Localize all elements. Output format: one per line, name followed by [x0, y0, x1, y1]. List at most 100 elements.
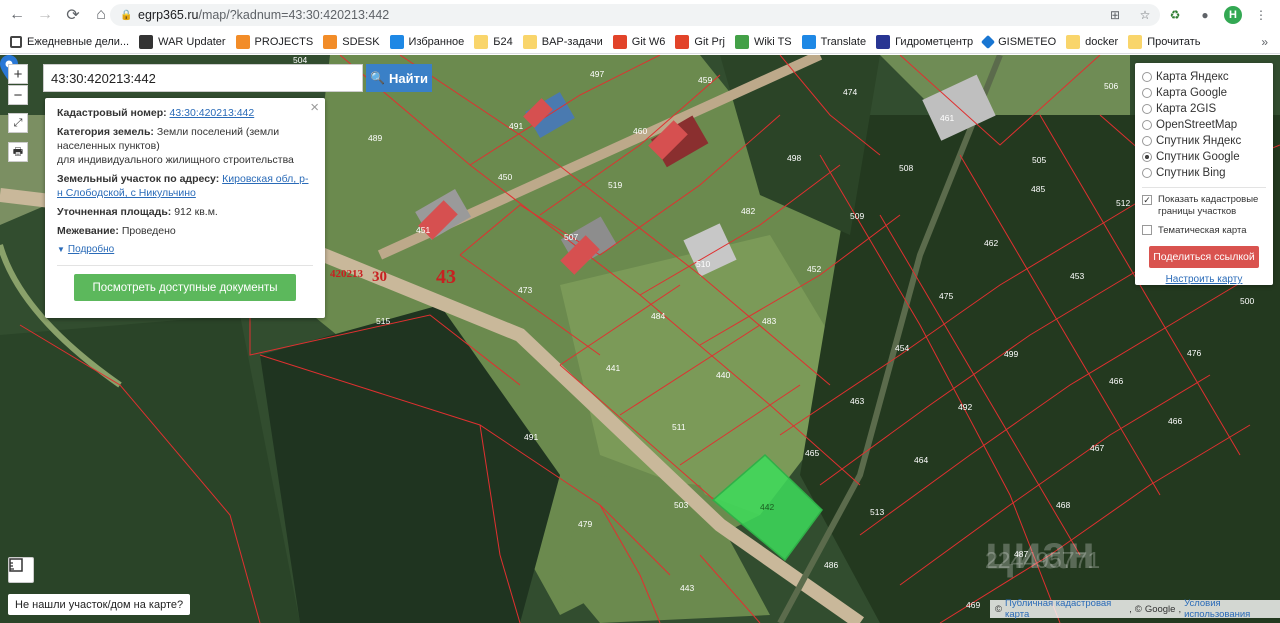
bookmark-item[interactable]: WAR Updater [139, 34, 226, 49]
bookmark-star-icon[interactable]: ☆ [1134, 4, 1156, 26]
area-label: Уточненная площадь: [57, 206, 172, 218]
extension-refresh-icon[interactable]: ♻ [1164, 4, 1186, 26]
parcel-label: 479 [578, 519, 592, 529]
search-button[interactable]: 🔍 Найти [366, 64, 432, 92]
bookmark-label: BAP-задачи [541, 35, 603, 48]
address-label: Земельный участок по адресу: [57, 173, 220, 185]
layer-label: Спутник Яндекс [1156, 135, 1242, 147]
layer-label: OpenStreetMap [1156, 119, 1238, 131]
forward-icon[interactable]: → [34, 4, 56, 26]
bookmark-item[interactable]: Избранное [389, 34, 464, 49]
bookmark-item[interactable]: BAP-задачи [522, 34, 603, 49]
parcel-label: 476 [1187, 348, 1201, 358]
bookmark-label: WAR Updater [158, 35, 226, 48]
show-boundaries-option[interactable]: ✓ Показать кадастровые границы участков [1142, 194, 1266, 218]
layer-option[interactable]: Карта Google [1142, 85, 1266, 101]
search-button-label: Найти [388, 70, 428, 86]
map-canvas[interactable]: 504 497 459 474 506 461 489 491 460 498 … [0, 55, 1280, 623]
bookmark-item[interactable]: Git Prj [675, 34, 725, 49]
bookmark-item[interactable]: GISMETEO [981, 34, 1057, 49]
layer-label: Карта Google [1156, 87, 1228, 99]
layer-option[interactable]: Спутник Google [1142, 149, 1266, 165]
print-icon[interactable]: 🖶 [8, 142, 28, 162]
parcel-label: 511 [672, 422, 686, 432]
cadastral-link[interactable]: 43:30:420213:442 [170, 107, 255, 119]
parcel-label: 443 [680, 583, 694, 593]
parcel-label: 450 [498, 172, 512, 182]
radio-icon [1142, 72, 1152, 82]
bookmark-item[interactable]: Git W6 [612, 34, 666, 49]
parcel-label: 491 [509, 121, 523, 131]
bookmark-item[interactable]: Wiki TS [734, 34, 792, 49]
thematic-label: Тематическая карта [1158, 224, 1247, 236]
folder-icon [1128, 34, 1143, 49]
parcel-label: 507 [564, 232, 578, 242]
bookmark-item[interactable]: Гидрометцентр [876, 34, 974, 49]
thematic-option[interactable]: Тематическая карта [1142, 222, 1266, 238]
survey-row: Межевание: Проведено [57, 224, 313, 238]
back-icon[interactable]: ← [6, 4, 28, 26]
home-icon[interactable]: ⌂ [90, 4, 112, 26]
bookmark-item[interactable]: PROJECTS [235, 34, 313, 49]
layer-switcher: Карта Яндекс Карта Google Карта 2GIS Ope… [1135, 63, 1273, 285]
layer-label: Спутник Google [1156, 151, 1240, 163]
wiki-icon [734, 34, 749, 49]
address-bar[interactable]: 🔒 egrp365.ru /map/?kadnum=43:30:420213:4… [110, 4, 1160, 26]
share-link-button[interactable]: Поделиться ссылкой [1149, 246, 1259, 268]
parcel-label: 440 [716, 370, 730, 380]
bookmark-item[interactable]: Прочитать [1128, 34, 1201, 49]
layer-label: Карта 2GIS [1156, 103, 1217, 115]
parcel-label: 454 [895, 343, 909, 353]
layer-option[interactable]: Спутник Яндекс [1142, 133, 1266, 149]
bookmarks-overflow-icon[interactable]: » [1261, 35, 1268, 49]
parcel-label: 486 [824, 560, 838, 570]
folder-icon [522, 34, 537, 49]
pkk-link[interactable]: Публичная кадастровая карта [1005, 598, 1126, 620]
translate-page-icon[interactable]: ⊞ [1104, 4, 1126, 26]
bookmark-item[interactable]: Б24 [474, 34, 513, 49]
map-attribution: © Публичная кадастровая карта , © Google… [990, 598, 1280, 620]
parcel-label: 441 [606, 363, 620, 373]
fullscreen-icon[interactable]: ⤢ [8, 113, 28, 133]
separator: , [1129, 603, 1132, 615]
layer-option[interactable]: Спутник Bing [1142, 165, 1266, 181]
parcel-label: 497 [590, 69, 604, 79]
parcel-label: 505 [1032, 155, 1046, 165]
bookmark-item[interactable]: Translate [801, 34, 866, 49]
bookmark-label: Гидрометцентр [895, 35, 974, 48]
layer-option[interactable]: OpenStreetMap [1142, 117, 1266, 133]
configure-map-link[interactable]: Настроить карту [1142, 274, 1266, 285]
region-label: 43 [436, 266, 456, 288]
not-found-button[interactable]: Не нашли участок/дом на карте? [8, 594, 191, 615]
ruler-button[interactable] [8, 557, 34, 583]
zoom-in-button[interactable]: + [8, 64, 28, 84]
bookmark-item[interactable]: docker [1066, 34, 1118, 49]
parcel-label: 499 [1004, 349, 1018, 359]
radio-icon [1142, 104, 1152, 114]
cadastral-search-input[interactable] [43, 64, 363, 92]
checkbox-icon [1142, 225, 1152, 235]
bookmark-label: GISMETEO [998, 35, 1057, 48]
checkbox-icon [10, 35, 22, 48]
bookmark-item[interactable]: Ежедневные дели... [10, 35, 129, 48]
view-documents-button[interactable]: Посмотреть доступные документы [74, 274, 296, 301]
parcel-label: 465 [805, 448, 819, 458]
bookmark-label: Git W6 [631, 35, 666, 48]
parcel-label: 475 [939, 291, 953, 301]
avatar[interactable]: H [1224, 6, 1242, 24]
parcel-label: 467 [1090, 443, 1104, 453]
menu-icon[interactable]: ⋮ [1250, 4, 1272, 26]
search-icon: 🔍 [370, 71, 385, 85]
layer-option[interactable]: Карта 2GIS [1142, 101, 1266, 117]
zoom-out-button[interactable]: − [8, 85, 28, 105]
layer-option[interactable]: Карта Яндекс [1142, 69, 1266, 85]
bookmark-item[interactable]: SDESK [323, 34, 380, 49]
close-icon[interactable]: × [310, 100, 319, 115]
bookmark-label: Прочитать [1147, 35, 1201, 48]
star-icon [389, 34, 404, 49]
terms-link[interactable]: Условия использования [1184, 598, 1280, 620]
parcel-label: 453 [1070, 271, 1084, 281]
details-toggle[interactable]: ▼ Подробно [57, 243, 313, 257]
reload-icon[interactable]: ⟳ [62, 4, 84, 26]
extension-icon[interactable]: ● [1194, 4, 1216, 26]
